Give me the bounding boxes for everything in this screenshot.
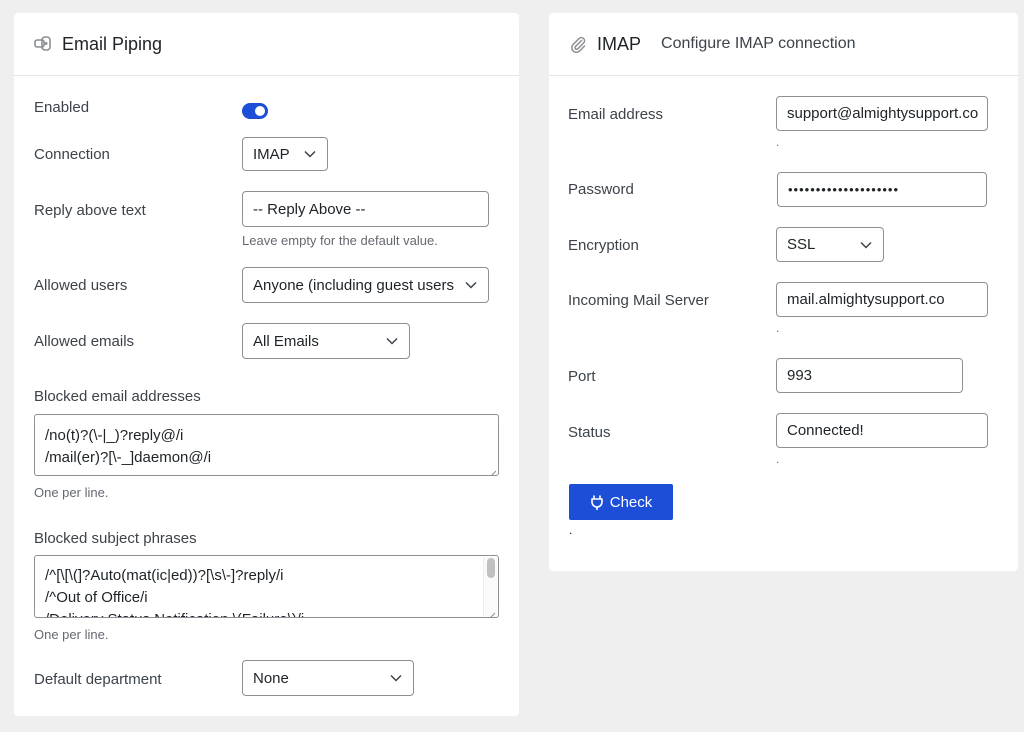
email-address-help: .: [776, 135, 780, 149]
reply-above-help: Leave empty for the default value.: [242, 233, 438, 248]
pipe-icon: [34, 35, 52, 53]
check-button-label: Check: [609, 493, 653, 511]
chevron-down-icon: [293, 138, 327, 170]
blocked-addresses-help: One per line.: [34, 485, 109, 500]
blocked-subjects-label: Blocked subject phrases: [34, 530, 197, 547]
reply-above-value: -- Reply Above --: [253, 200, 366, 218]
status-value: Connected!: [787, 422, 864, 439]
blocked-subjects-help: One per line.: [34, 627, 109, 642]
chevron-down-icon: [375, 324, 409, 358]
imap-panel: IMAP Configure IMAP connection Email add…: [549, 13, 1018, 571]
default-department-value: None: [253, 669, 289, 687]
incoming-server-input[interactable]: mail.almightysupport.co: [776, 282, 988, 317]
imap-header: IMAP Configure IMAP connection: [549, 13, 1018, 76]
check-button[interactable]: Check: [569, 484, 673, 520]
imap-subtitle: Configure IMAP connection: [661, 35, 856, 52]
default-department-label: Default department: [34, 671, 162, 688]
textarea-line: /Delivery Status Notification \(Failure\…: [45, 609, 488, 617]
email-address-label: Email address: [568, 106, 664, 123]
plug-icon: [590, 494, 604, 510]
blocked-subjects-textarea[interactable]: /^[\[\(]?Auto(mat(ic|ed))?[\s\-]?reply/i…: [34, 555, 499, 618]
toggle-knob: [255, 106, 265, 116]
resize-handle-icon[interactable]: [486, 606, 496, 617]
paperclip-icon: [569, 35, 587, 54]
incoming-server-value: mail.almightysupport.co: [787, 291, 945, 308]
blocked-addresses-textarea[interactable]: /no(t)?(\-|_)?reply@/i /mail(er)?[\-_]da…: [34, 414, 499, 476]
encryption-value: SSL: [787, 236, 816, 253]
blocked-addresses-label: Blocked email addresses: [34, 388, 201, 405]
encryption-label: Encryption: [568, 237, 639, 254]
allowed-users-select[interactable]: Anyone (including guest users): [242, 267, 489, 303]
status-label: Status: [568, 424, 611, 441]
email-piping-title: Email Piping: [62, 33, 163, 54]
password-label: Password: [568, 181, 634, 198]
status-help: .: [776, 452, 780, 466]
port-input[interactable]: 993: [776, 358, 963, 393]
status-input[interactable]: Connected!: [776, 413, 988, 448]
reply-above-input[interactable]: -- Reply Above --: [242, 191, 489, 227]
port-label: Port: [568, 368, 596, 385]
reply-above-label: Reply above text: [34, 202, 146, 219]
email-address-value: support@almightysupport.co: [787, 105, 979, 122]
resize-handle-icon[interactable]: [487, 464, 497, 475]
connection-label: Connection: [34, 146, 110, 163]
check-result-help: .: [569, 523, 573, 537]
email-address-input[interactable]: support@almightysupport.co: [776, 96, 988, 131]
chevron-down-icon: [849, 228, 883, 261]
connection-select[interactable]: IMAP: [242, 137, 328, 171]
allowed-users-value: Anyone (including guest users): [253, 276, 454, 294]
email-piping-panel: Email Piping Enabled Connection IMAP Rep…: [14, 13, 519, 716]
allowed-emails-value: All Emails: [253, 332, 319, 350]
incoming-server-label: Incoming Mail Server: [568, 292, 709, 309]
connection-value: IMAP: [253, 145, 290, 163]
password-value: ••••••••••••••••••••: [788, 182, 900, 197]
allowed-users-label: Allowed users: [34, 277, 128, 294]
incoming-server-help: .: [776, 321, 780, 335]
encryption-select[interactable]: SSL: [776, 227, 884, 262]
email-piping-header: Email Piping: [14, 13, 519, 76]
port-value: 993: [787, 367, 813, 384]
chevron-down-icon: [454, 268, 488, 302]
textarea-line: /^Out of Office/i: [45, 589, 148, 606]
allowed-emails-label: Allowed emails: [34, 333, 135, 350]
imap-title: IMAP: [597, 33, 642, 54]
enabled-label: Enabled: [34, 99, 90, 116]
default-department-select[interactable]: None: [242, 660, 414, 696]
enabled-toggle[interactable]: [242, 103, 268, 119]
textarea-line: /^[\[\(]?Auto(mat(ic|ed))?[\s\-]?reply/i: [45, 567, 284, 584]
scrollbar-thumb[interactable]: [487, 558, 495, 578]
allowed-emails-select[interactable]: All Emails: [242, 323, 410, 359]
textarea-line: /mail(er)?[\-_]daemon@/i: [45, 449, 212, 466]
password-input[interactable]: ••••••••••••••••••••: [777, 172, 987, 207]
textarea-line: /no(t)?(\-|_)?reply@/i: [45, 427, 184, 444]
chevron-down-icon: [379, 661, 413, 695]
